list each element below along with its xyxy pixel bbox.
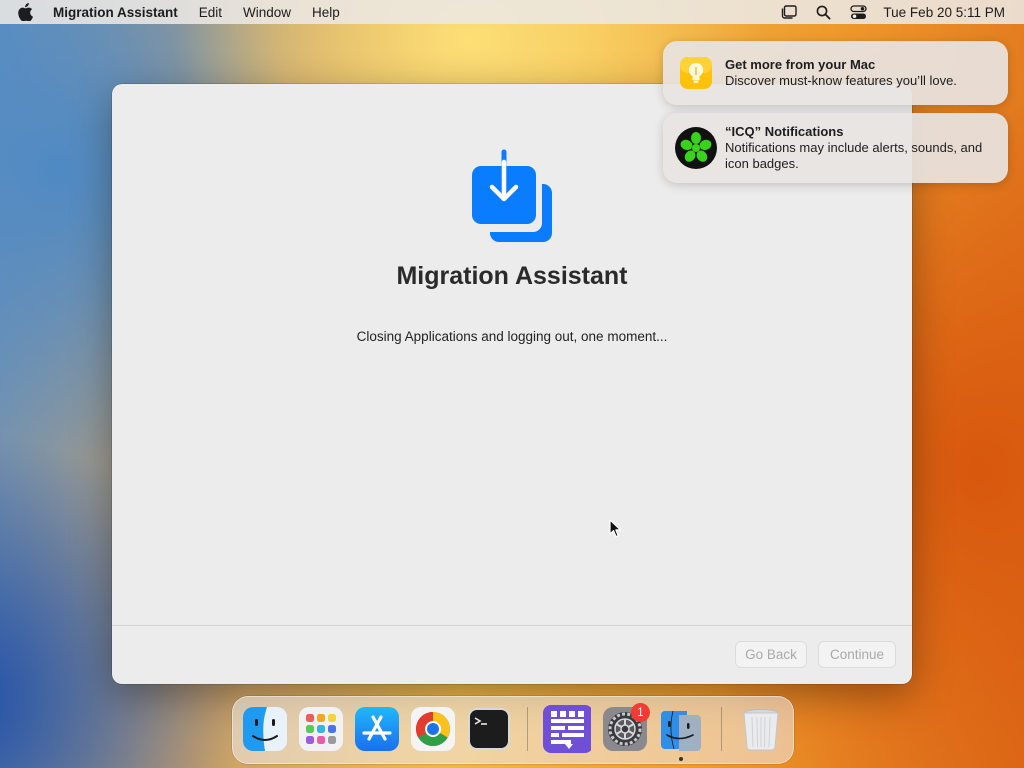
notification-tips[interactable]: Get more from your Mac Discover must-kno… bbox=[663, 41, 1008, 105]
continue-button[interactable]: Continue bbox=[818, 641, 896, 668]
dock-trash-icon[interactable] bbox=[737, 705, 785, 753]
window-title: Migration Assistant bbox=[396, 262, 628, 290]
system-settings-badge: 1 bbox=[631, 703, 650, 722]
stage-manager-icon[interactable] bbox=[779, 3, 797, 21]
menu-bar: Migration Assistant Edit Window Help Tue… bbox=[0, 0, 1024, 24]
notification-title: Get more from your Mac bbox=[725, 57, 876, 72]
dock-chrome-icon[interactable] bbox=[409, 705, 457, 753]
migration-download-icon bbox=[468, 148, 558, 248]
menu-edit[interactable]: Edit bbox=[199, 5, 222, 20]
dock-finder-icon[interactable] bbox=[241, 705, 289, 753]
mouse-cursor-icon bbox=[609, 519, 623, 539]
icq-flower-icon bbox=[674, 126, 718, 170]
menu-help[interactable]: Help bbox=[312, 5, 340, 20]
control-center-icon[interactable] bbox=[849, 3, 867, 21]
menu-app-name[interactable]: Migration Assistant bbox=[53, 5, 178, 20]
dock-app-store-icon[interactable] bbox=[353, 705, 401, 753]
tips-lightbulb-icon bbox=[674, 51, 718, 95]
menu-window[interactable]: Window bbox=[243, 5, 291, 20]
running-indicator bbox=[679, 757, 683, 761]
dock-launchpad-icon[interactable] bbox=[297, 705, 345, 753]
status-message: Closing Applications and logging out, on… bbox=[356, 329, 668, 344]
notification-icq[interactable]: “ICQ” Notifications Notifications may in… bbox=[663, 113, 1008, 183]
footer-divider bbox=[112, 625, 912, 626]
spotlight-search-icon[interactable] bbox=[814, 3, 832, 21]
apple-icon[interactable] bbox=[17, 3, 35, 21]
go-back-button[interactable]: Go Back bbox=[735, 641, 807, 668]
dock: 1 bbox=[232, 696, 794, 764]
dock-separator bbox=[721, 707, 722, 751]
dock-terminal-icon[interactable] bbox=[465, 705, 513, 753]
dock-migration-assistant-icon[interactable] bbox=[657, 705, 705, 753]
dock-separator bbox=[527, 707, 528, 751]
notification-body: Discover must-know features you’ll love. bbox=[725, 73, 957, 88]
notification-title: “ICQ” Notifications bbox=[725, 124, 844, 139]
notification-body: Notifications may include alerts, sounds… bbox=[725, 140, 983, 171]
menu-clock[interactable]: Tue Feb 20 5:11 PM bbox=[883, 5, 1005, 20]
dock-whisk-icon[interactable] bbox=[543, 705, 593, 753]
